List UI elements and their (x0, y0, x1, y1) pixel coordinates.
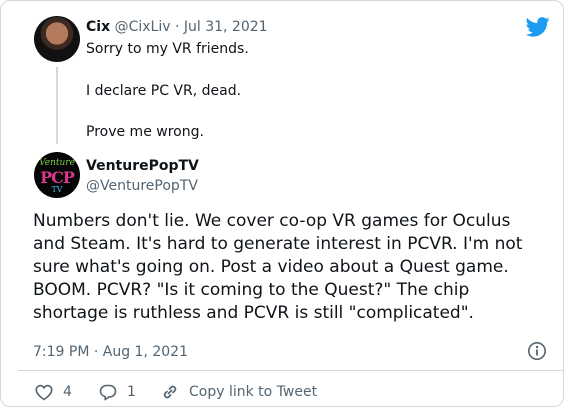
twitter-bird-icon[interactable] (526, 17, 550, 37)
parent-author-handle[interactable]: @CixLiv (115, 19, 171, 35)
avatar-logo-text: Venture (39, 158, 75, 168)
like-button[interactable]: 4 (35, 382, 72, 402)
venturepoptv-avatar[interactable]: Venture PCP TV (34, 152, 80, 198)
reply-icon (99, 384, 117, 400)
copy-link-button[interactable]: Copy link to Tweet (161, 382, 317, 402)
reply-count: 1 (127, 384, 136, 400)
embedded-tweet-card: Cix @CixLiv · Jul 31, 2021 Sorry to my V… (0, 0, 564, 407)
divider (18, 370, 563, 371)
cix-avatar[interactable] (34, 16, 80, 62)
tweet-body-line: shortage is ruthless and PCVR is still "… (33, 303, 474, 323)
parent-separator: · (174, 19, 180, 35)
main-author-name[interactable]: VenturePopTV (86, 157, 199, 175)
parent-tweet-line: Prove me wrong. (86, 124, 204, 140)
parent-tweet-line: Sorry to my VR friends. (86, 41, 249, 57)
tweet-body-line: Numbers don't lie. We cover co-op VR gam… (33, 211, 511, 231)
avatar-logo-text: TV (51, 185, 63, 194)
tweet-timestamp[interactable]: 7:19 PM · Aug 1, 2021 (33, 343, 188, 361)
main-author-handle[interactable]: @VenturePopTV (86, 177, 198, 195)
parent-date[interactable]: Jul 31, 2021 (184, 19, 268, 35)
tweet-body-line: sure what's going on. Post a video about… (33, 257, 509, 277)
parent-author-name[interactable]: Cix (86, 19, 110, 35)
parent-tweet-line: I declare PC VR, dead. (86, 83, 242, 99)
tweet-body-line: and Steam. It's hard to generate interes… (33, 234, 523, 254)
info-icon[interactable] (527, 341, 547, 361)
tweet-body-line: BOOM. PCVR? "Is it coming to the Quest?"… (33, 280, 470, 300)
reply-button[interactable]: 1 (99, 382, 136, 402)
heart-icon (35, 384, 53, 400)
main-tweet-body: Numbers don't lie. We cover co-op VR gam… (33, 210, 563, 325)
like-count: 4 (63, 384, 72, 400)
thread-connector (56, 67, 58, 144)
link-icon (163, 385, 177, 399)
copy-link-label: Copy link to Tweet (189, 384, 318, 400)
parent-tweet-header: Cix @CixLiv · Jul 31, 2021 (86, 18, 268, 36)
